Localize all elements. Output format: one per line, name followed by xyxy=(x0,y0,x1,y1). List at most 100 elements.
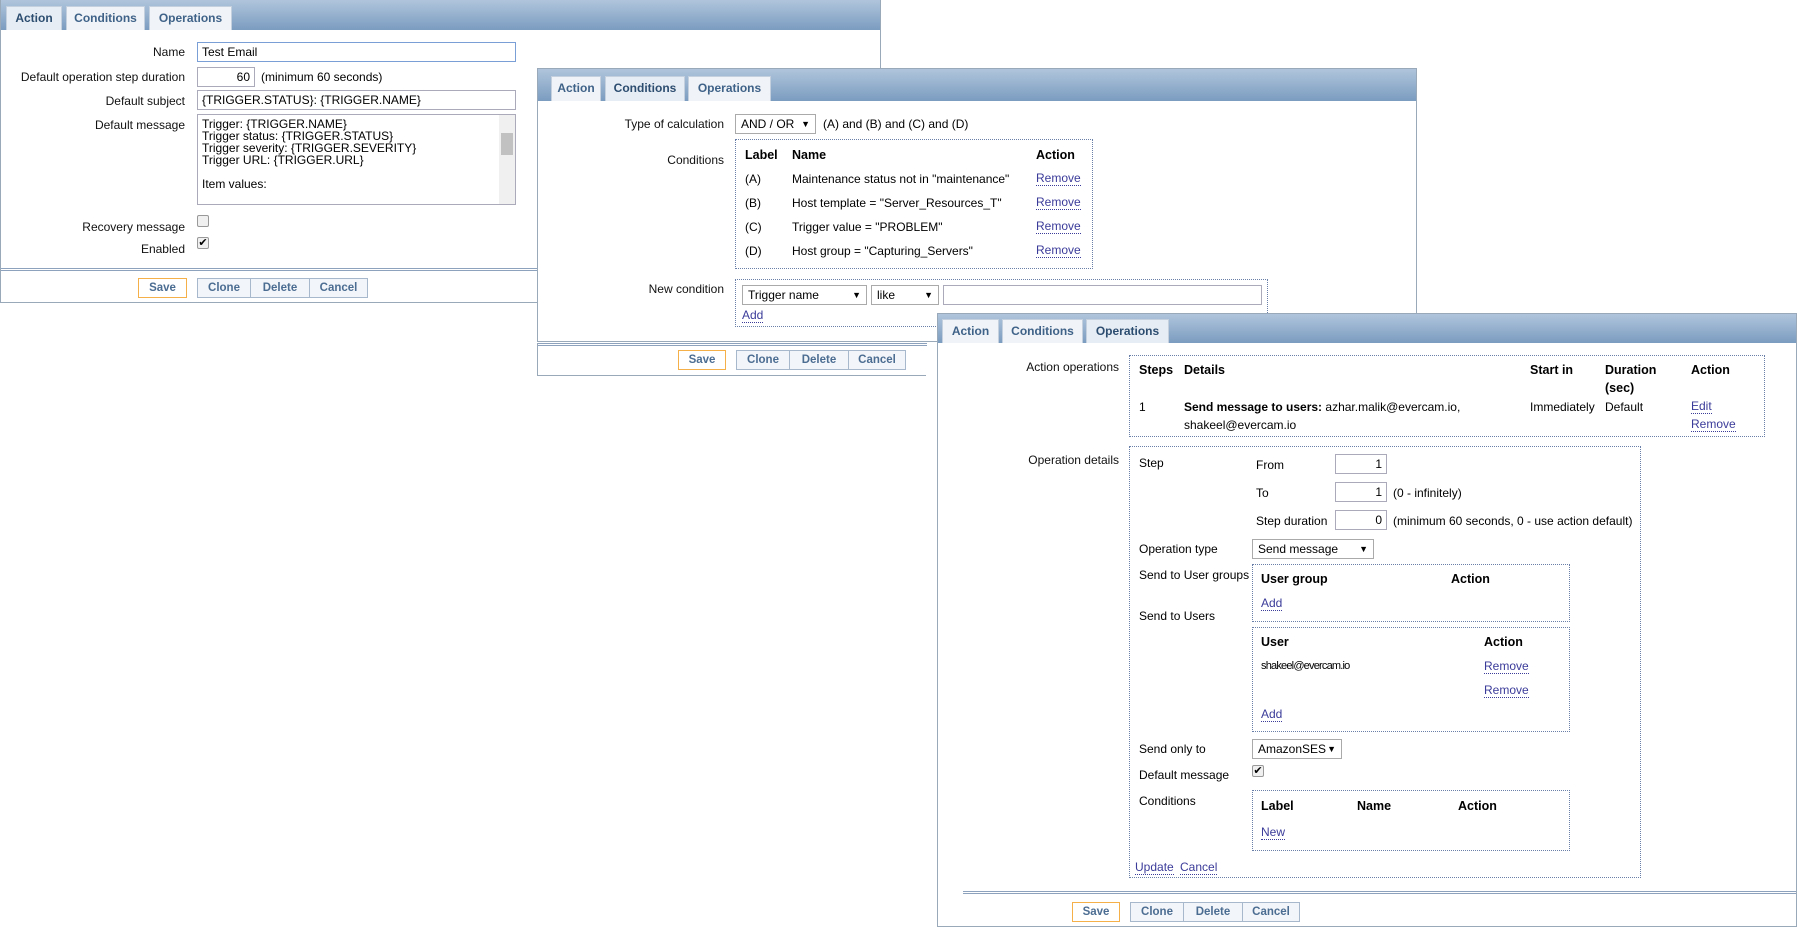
delete-button[interactable]: Delete xyxy=(250,278,310,298)
conditions-button-bar: Save Clone Delete Cancel xyxy=(537,343,927,376)
users-table: User Action shakeel@evercam.io Remove Re… xyxy=(1252,627,1570,732)
step-label: Step xyxy=(1139,456,1164,470)
user-groups-table: User group Action Add xyxy=(1252,564,1570,622)
col-steps: Steps xyxy=(1139,363,1174,377)
update-link[interactable]: Update xyxy=(1135,861,1174,875)
name-input[interactable]: Test Email xyxy=(197,42,516,62)
add-condition-link[interactable]: Add xyxy=(742,309,764,323)
details-type: Send message to users: xyxy=(1184,400,1323,414)
send-only-select[interactable]: AmazonSES xyxy=(1252,739,1342,759)
remove-user-link[interactable]: Remove xyxy=(1484,684,1529,698)
operation-type-select[interactable]: Send message xyxy=(1252,539,1374,559)
message-label: Default message xyxy=(94,118,185,132)
save-button[interactable]: Save xyxy=(138,278,187,298)
default-message-checkbox[interactable]: ✔ xyxy=(1252,765,1264,777)
users-label: Send to Users xyxy=(1139,609,1216,623)
save-button[interactable]: Save xyxy=(1072,902,1120,922)
condition-value-input[interactable] xyxy=(943,285,1262,305)
col-start-in: Start in xyxy=(1530,363,1574,377)
action-operations-table: Steps Details Start in Duration (sec) Ac… xyxy=(1129,355,1765,437)
divider xyxy=(538,343,927,346)
tab-action[interactable]: Action xyxy=(6,6,62,30)
step-duration-hint: (minimum 60 seconds, 0 - use action defa… xyxy=(1393,514,1633,528)
action-operations-label: Action operations xyxy=(1026,360,1119,374)
operations-panel: Action Conditions Operations Action oper… xyxy=(937,313,1797,927)
op-conditions-table: Label Name Action New xyxy=(1252,790,1570,851)
clone-button[interactable]: Clone xyxy=(197,278,251,298)
tab-conditions[interactable]: Conditions xyxy=(605,76,685,101)
remove-link[interactable]: Remove xyxy=(1036,196,1081,210)
from-label: From xyxy=(1256,458,1284,472)
tab-action[interactable]: Action xyxy=(942,319,999,343)
cancel-button[interactable]: Cancel xyxy=(1242,902,1300,922)
subject-input[interactable]: {TRIGGER.STATUS}: {TRIGGER.NAME} xyxy=(197,90,516,110)
cancel-button[interactable]: Cancel xyxy=(848,350,906,370)
subject-label: Default subject xyxy=(105,94,185,108)
delete-button[interactable]: Delete xyxy=(1183,902,1243,922)
cancel-button[interactable]: Cancel xyxy=(309,278,368,298)
col-user: User xyxy=(1261,635,1289,649)
remove-link[interactable]: Remove xyxy=(1036,244,1081,258)
clone-button[interactable]: Clone xyxy=(736,350,790,370)
delete-button[interactable]: Delete xyxy=(789,350,849,370)
tab-operations[interactable]: Operations xyxy=(1086,319,1169,343)
row-label: (C) xyxy=(745,220,762,234)
row-label: (D) xyxy=(745,244,762,258)
step-duration-input[interactable]: 0 xyxy=(1335,510,1387,530)
divider xyxy=(963,891,1796,894)
send-only-label: Send only to xyxy=(1139,742,1206,756)
col-details: Details xyxy=(1184,363,1225,377)
save-button[interactable]: Save xyxy=(678,350,726,370)
condition-type-select[interactable]: Trigger name xyxy=(742,285,867,305)
row-label: (A) xyxy=(745,172,761,186)
row-steps: 1 xyxy=(1139,400,1146,414)
clone-button[interactable]: Clone xyxy=(1130,902,1184,922)
name-label: Name xyxy=(152,45,185,59)
to-input[interactable]: 1 xyxy=(1335,482,1387,502)
to-label: To xyxy=(1256,486,1269,500)
row-label: (B) xyxy=(745,196,761,210)
to-hint: (0 - infinitely) xyxy=(1393,486,1462,500)
col-name: Name xyxy=(792,148,827,162)
details-users: azhar.malik@evercam.io, xyxy=(1322,400,1461,414)
tab-operations[interactable]: Operations xyxy=(688,76,771,101)
operation-details-label: Operation details xyxy=(1028,453,1119,467)
row-name: Maintenance status not in "maintenance" xyxy=(792,172,1010,186)
step-duration-hint: (minimum 60 seconds) xyxy=(261,70,383,84)
textarea-scrollbar[interactable] xyxy=(499,115,515,204)
tab-operations[interactable]: Operations xyxy=(149,6,232,30)
step-duration-input[interactable]: 60 xyxy=(197,67,255,87)
add-user-link[interactable]: Add xyxy=(1261,708,1283,722)
col-name: Name xyxy=(1357,799,1392,813)
recovery-checkbox[interactable] xyxy=(197,215,209,227)
enabled-checkbox[interactable]: ✔ xyxy=(197,237,209,249)
user-groups-label: Send to User groups xyxy=(1139,568,1250,582)
tab-conditions[interactable]: Conditions xyxy=(66,6,145,30)
remove-link[interactable]: Remove xyxy=(1036,220,1081,234)
operation-details-box: Step From 1 To 1 (0 - infinitely) Step d… xyxy=(1129,446,1641,878)
remove-link[interactable]: Remove xyxy=(1036,172,1081,186)
new-condition-label: New condition xyxy=(648,282,724,296)
conditions-label: Conditions xyxy=(667,153,724,167)
col-duration: Duration xyxy=(1605,363,1657,377)
calc-select[interactable]: AND / OR xyxy=(735,114,816,134)
new-condition-link[interactable]: New xyxy=(1261,826,1286,840)
step-duration-label: Step duration xyxy=(1256,514,1328,528)
message-textarea[interactable]: Trigger: {TRIGGER.NAME} Trigger status: … xyxy=(197,114,516,205)
add-user-group-link[interactable]: Add xyxy=(1261,597,1283,611)
user-name: shakeel@evercam.io xyxy=(1261,660,1350,672)
col-duration-unit: (sec) xyxy=(1605,381,1635,395)
col-action: Action xyxy=(1036,148,1075,162)
tab-action[interactable]: Action xyxy=(551,76,601,101)
from-input[interactable]: 1 xyxy=(1335,454,1387,474)
edit-link[interactable]: Edit xyxy=(1691,400,1712,414)
conditions-table: Label Name Action (A) Maintenance status… xyxy=(735,139,1093,269)
row-details: Send message to users: azhar.malik@everc… xyxy=(1184,400,1460,414)
tab-conditions[interactable]: Conditions xyxy=(1002,319,1083,343)
conditions-panel: Action Conditions Operations Type of cal… xyxy=(537,68,1417,342)
condition-operator-select[interactable]: like xyxy=(871,285,939,305)
remove-link[interactable]: Remove xyxy=(1691,418,1736,432)
remove-user-link[interactable]: Remove xyxy=(1484,660,1529,674)
cancel-link[interactable]: Cancel xyxy=(1180,861,1218,875)
recovery-label: Recovery message xyxy=(82,220,185,234)
